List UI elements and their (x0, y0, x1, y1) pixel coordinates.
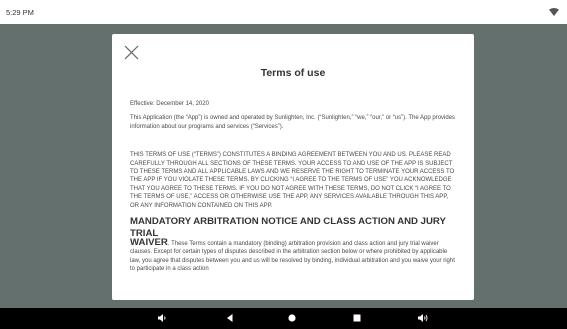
effective-date: Effective: December 14, 2020 (130, 101, 209, 107)
terms-dialog: Terms of use Effective: December 14, 202… (112, 34, 474, 300)
arbitration-heading: MANDATORY ARBITRATION NOTICE AND CLASS A… (130, 216, 446, 239)
intro-paragraph: This Application (the “App”) is owned an… (130, 115, 456, 130)
arbitration-text: . These Terms contain a mandatory (bindi… (130, 241, 455, 273)
scroll-fade (112, 288, 474, 300)
terms-content[interactable]: Effective: December 14, 2020 This Applic… (130, 100, 458, 300)
navigation-bar (0, 308, 567, 329)
recents-icon[interactable] (351, 312, 363, 324)
wifi-icon (549, 8, 559, 16)
close-icon[interactable] (124, 45, 139, 60)
home-icon[interactable] (286, 312, 298, 324)
dialog-title: Terms of use (260, 67, 326, 79)
arbitration-heading-cont: WAIVER (130, 237, 168, 249)
back-icon[interactable] (224, 312, 236, 324)
volume-down-icon[interactable] (156, 312, 168, 324)
status-bar: 5:29 PM (0, 0, 567, 24)
volume-up-icon[interactable] (417, 312, 429, 324)
arbitration-paragraph: MANDATORY ARBITRATION NOTICE AND CLASS A… (130, 216, 458, 274)
status-time: 5:29 PM (6, 7, 34, 17)
binding-agreement-paragraph: THIS TERMS OF USE (“TERMS”) CONSTITUTES … (130, 152, 455, 209)
